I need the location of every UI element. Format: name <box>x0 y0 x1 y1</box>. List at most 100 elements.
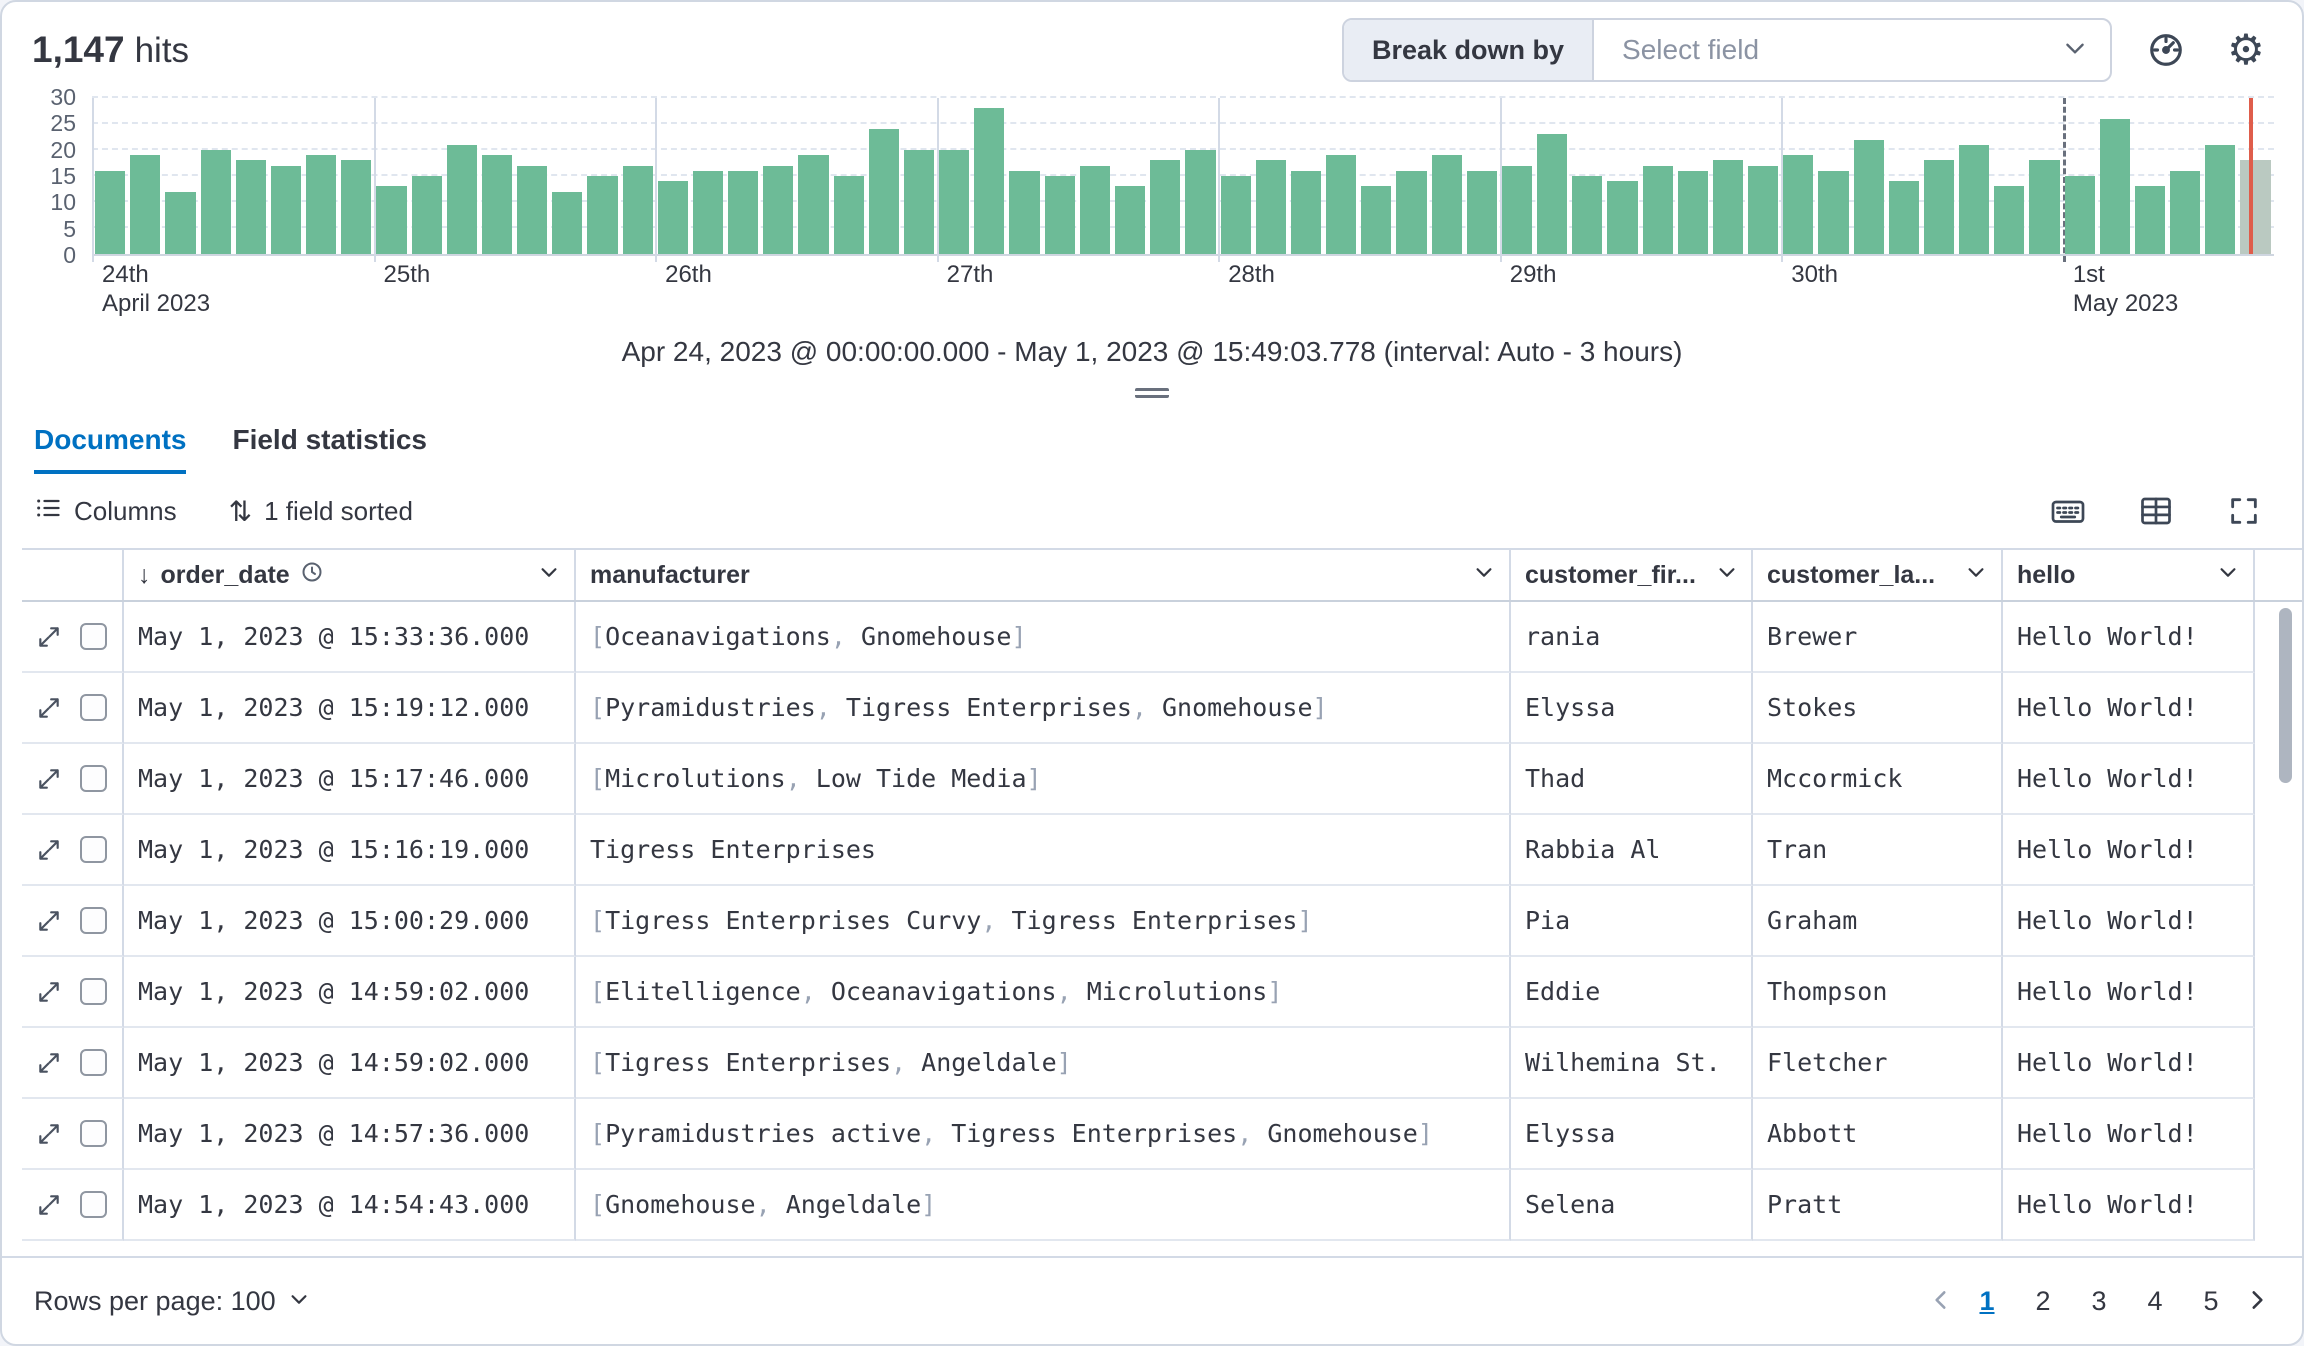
next-page-button[interactable] <box>2244 1287 2270 1316</box>
histogram-bar[interactable] <box>1396 171 1426 254</box>
histogram-bar[interactable] <box>2170 171 2200 254</box>
row-checkbox[interactable] <box>80 623 107 650</box>
histogram-bar[interactable] <box>623 166 653 254</box>
histogram-bar[interactable] <box>587 176 617 254</box>
histogram-bar[interactable] <box>376 186 406 254</box>
histogram-bar[interactable] <box>482 155 512 254</box>
histogram-bar[interactable] <box>1889 181 1919 254</box>
row-checkbox[interactable] <box>80 765 107 792</box>
histogram-bar[interactable] <box>1150 160 1180 254</box>
tab-documents[interactable]: Documents <box>34 410 186 474</box>
histogram-bar[interactable] <box>1748 166 1778 254</box>
header-customer-last[interactable]: customer_la... <box>1753 550 2003 600</box>
page-button-1[interactable]: 1 <box>1964 1278 2010 1324</box>
expand-row-icon[interactable] <box>36 908 62 934</box>
chart-settings-button[interactable]: ⚙ <box>2220 24 2272 76</box>
histogram-bar[interactable] <box>1009 171 1039 254</box>
histogram-bar[interactable] <box>552 192 582 254</box>
histogram-bar[interactable] <box>2100 119 2130 254</box>
histogram-bar[interactable] <box>1115 186 1145 254</box>
expand-row-icon[interactable] <box>36 1121 62 1147</box>
histogram-bar[interactable] <box>1432 155 1462 254</box>
histogram-bar[interactable] <box>95 171 125 254</box>
edit-visualization-button[interactable] <box>2140 24 2192 76</box>
histogram-bar[interactable] <box>1854 140 1884 254</box>
histogram-bar[interactable] <box>798 155 828 254</box>
histogram-bar[interactable] <box>1924 160 1954 254</box>
histogram-bar[interactable] <box>271 166 301 254</box>
histogram-bar[interactable] <box>869 129 899 254</box>
histogram-bar[interactable] <box>1045 176 1075 254</box>
histogram-bar[interactable] <box>306 155 336 254</box>
histogram-bar[interactable] <box>658 181 688 254</box>
histogram-bar[interactable] <box>904 150 934 254</box>
histogram-bar[interactable] <box>517 166 547 254</box>
columns-button[interactable]: Columns <box>34 494 177 529</box>
histogram-bar[interactable] <box>412 176 442 254</box>
panel-resize-handle[interactable] <box>1135 388 1169 398</box>
breakdown-select[interactable]: Select field <box>1594 20 2110 80</box>
histogram-bar[interactable] <box>1678 171 1708 254</box>
row-checkbox[interactable] <box>80 907 107 934</box>
histogram-bar[interactable] <box>1185 150 1215 254</box>
display-options-button[interactable] <box>2130 485 2182 537</box>
row-checkbox[interactable] <box>80 836 107 863</box>
histogram-bar[interactable] <box>939 150 969 254</box>
histogram-bar[interactable] <box>1713 160 1743 254</box>
page-button-4[interactable]: 4 <box>2132 1278 2178 1324</box>
histogram-bar[interactable] <box>447 145 477 254</box>
header-customer-first[interactable]: customer_fir... <box>1511 550 1753 600</box>
histogram-bar[interactable] <box>1537 134 1567 254</box>
page-button-3[interactable]: 3 <box>2076 1278 2122 1324</box>
fullscreen-button[interactable] <box>2218 485 2270 537</box>
expand-row-icon[interactable] <box>36 837 62 863</box>
histogram-bar[interactable] <box>1959 145 1989 254</box>
expand-row-icon[interactable] <box>36 1192 62 1218</box>
expand-row-icon[interactable] <box>36 766 62 792</box>
histogram-bar[interactable] <box>1291 171 1321 254</box>
histogram-bar[interactable] <box>2135 186 2165 254</box>
page-button-5[interactable]: 5 <box>2188 1278 2234 1324</box>
histogram-bar[interactable] <box>1326 155 1356 254</box>
histogram-bar[interactable] <box>763 166 793 254</box>
histogram-bar[interactable] <box>341 160 371 254</box>
histogram-bar[interactable] <box>2205 145 2235 254</box>
expand-row-icon[interactable] <box>36 624 62 650</box>
histogram-bar[interactable] <box>834 176 864 254</box>
expand-row-icon[interactable] <box>36 695 62 721</box>
histogram-bar[interactable] <box>1502 166 1532 254</box>
row-checkbox[interactable] <box>80 694 107 721</box>
histogram-bar[interactable] <box>201 150 231 254</box>
expand-row-icon[interactable] <box>36 1050 62 1076</box>
previous-page-button[interactable] <box>1928 1287 1954 1316</box>
histogram-bar[interactable] <box>2029 160 2059 254</box>
histogram-bar[interactable] <box>728 171 758 254</box>
histogram-bar[interactable] <box>1643 166 1673 254</box>
histogram-bar[interactable] <box>1221 176 1251 254</box>
histogram-bar[interactable] <box>2240 160 2270 254</box>
row-checkbox[interactable] <box>80 978 107 1005</box>
histogram-bar[interactable] <box>974 108 1004 254</box>
histogram-bar[interactable] <box>1361 186 1391 254</box>
rows-per-page-button[interactable]: Rows per page: 100 <box>34 1286 310 1317</box>
row-checkbox[interactable] <box>80 1049 107 1076</box>
histogram-bar[interactable] <box>1572 176 1602 254</box>
histogram-bar[interactable] <box>1818 171 1848 254</box>
histogram-bar[interactable] <box>165 192 195 254</box>
histogram-bar[interactable] <box>2065 176 2095 254</box>
header-order-date[interactable]: ↓ order_date <box>124 550 576 600</box>
keyboard-shortcuts-button[interactable] <box>2042 485 2094 537</box>
page-button-2[interactable]: 2 <box>2020 1278 2066 1324</box>
header-hello[interactable]: hello <box>2003 550 2255 600</box>
histogram-bar[interactable] <box>1256 160 1286 254</box>
header-manufacturer[interactable]: manufacturer <box>576 550 1511 600</box>
histogram-bar[interactable] <box>1467 171 1497 254</box>
row-checkbox[interactable] <box>80 1120 107 1147</box>
tab-field-statistics[interactable]: Field statistics <box>232 410 427 474</box>
histogram-bar[interactable] <box>1607 181 1637 254</box>
histogram-bar[interactable] <box>130 155 160 254</box>
vertical-scrollbar[interactable] <box>2279 608 2292 783</box>
histogram-bar[interactable] <box>693 171 723 254</box>
row-checkbox[interactable] <box>80 1191 107 1218</box>
histogram-bar[interactable] <box>1994 186 2024 254</box>
